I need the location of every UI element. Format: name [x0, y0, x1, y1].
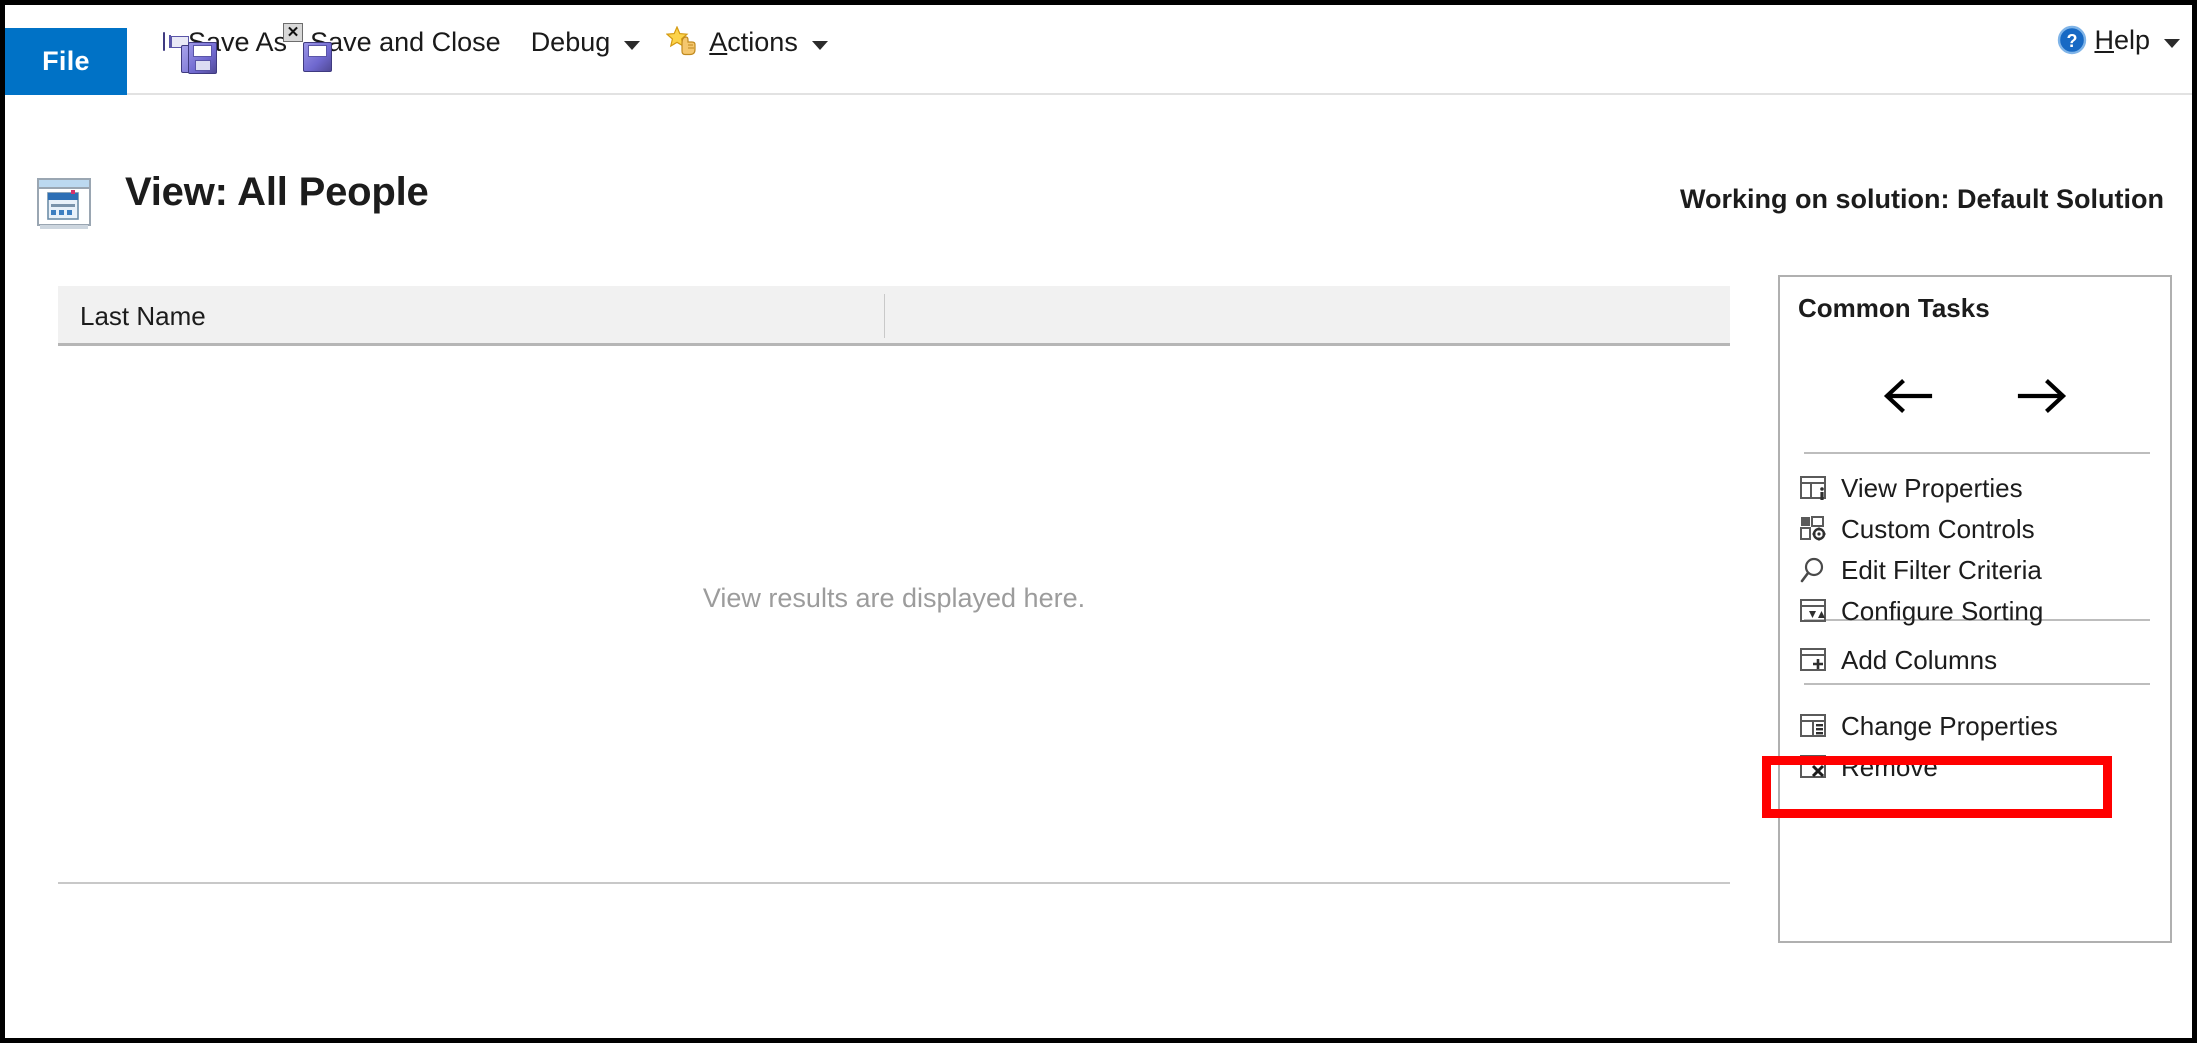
help-icon: ? [2057, 25, 2087, 55]
common-tasks-panel: Common Tasks View Properties Custom Cont… [1778, 275, 2172, 943]
add-columns-icon [1798, 645, 1830, 675]
view-properties-icon [1798, 473, 1830, 503]
magnifier-icon [1798, 555, 1830, 585]
actions-menu-button[interactable]: Actions [658, 15, 836, 69]
solution-status: Working on solution: Default Solution [1680, 184, 2164, 214]
chevron-down-icon [811, 40, 828, 50]
task-item-edit-filter-criteria[interactable]: Edit Filter Criteria [1798, 549, 2156, 591]
grid-bottom-divider [58, 882, 1730, 884]
file-tab-label: File [42, 46, 90, 76]
task-label: Change Properties [1841, 710, 2058, 741]
debug-menu-button[interactable]: Debug [523, 15, 649, 69]
task-label: Add Columns [1841, 644, 1998, 675]
ribbon-toolbar: File Save As ✕ Save and Close Debug Acti… [5, 5, 2192, 95]
arrow-left-icon [1878, 376, 1934, 421]
task-item-add-columns[interactable]: Add Columns [1798, 639, 2156, 681]
task-label: Edit Filter Criteria [1841, 554, 2042, 585]
page-title: View: All People [125, 170, 429, 214]
common-tasks-title: Common Tasks [1798, 293, 1990, 323]
task-label: Remove [1841, 751, 1938, 782]
task-item-view-properties[interactable]: View Properties [1798, 467, 2156, 509]
common-tasks-nav [1780, 359, 2170, 437]
page-header: View: All People Working on solution: De… [5, 95, 2192, 260]
actions-star-icon [665, 25, 702, 58]
svg-text:?: ? [2067, 31, 2078, 51]
configure-sorting-icon [1798, 596, 1830, 626]
task-label: Configure Sorting [1841, 595, 2044, 626]
grid-empty-message: View results are displayed here. [702, 583, 1086, 613]
task-item-configure-sorting[interactable]: Configure Sorting [1798, 590, 2156, 632]
task-label: Custom Controls [1841, 513, 2035, 544]
change-properties-icon [1798, 711, 1830, 741]
column-resize-handle[interactable] [884, 294, 885, 338]
help-menu-button[interactable]: ? Help [2057, 13, 2180, 67]
move-left-button[interactable] [1876, 374, 1936, 422]
panel-divider-lower [1804, 683, 2150, 685]
save-and-close-label: Save and Close [310, 26, 501, 57]
view-window-icon [35, 173, 97, 235]
save-button[interactable] [155, 15, 173, 69]
move-right-button[interactable] [2014, 374, 2074, 422]
save-as-button[interactable]: Save As [173, 15, 295, 74]
grid-header-row: Last Name [58, 286, 1730, 346]
actions-label: Actions [709, 26, 798, 57]
panel-divider-top [1804, 452, 2150, 454]
task-item-remove[interactable]: Remove [1798, 746, 2156, 788]
custom-controls-icon [1798, 514, 1830, 544]
file-tab[interactable]: File [5, 28, 127, 95]
chevron-down-icon [624, 40, 641, 50]
application-window: File Save As ✕ Save and Close Debug Acti… [0, 0, 2197, 1043]
arrow-right-icon [2016, 376, 2072, 421]
save-icon [163, 32, 165, 51]
help-label: Help [2094, 24, 2150, 55]
remove-column-icon [1798, 752, 1830, 782]
task-item-custom-controls[interactable]: Custom Controls [1798, 508, 2156, 550]
toolbar-button-group: Save As ✕ Save and Close Debug Actions [155, 13, 836, 74]
grid-column-header-last-name[interactable]: Last Name [80, 301, 206, 332]
chevron-down-icon [2164, 38, 2180, 48]
debug-label: Debug [530, 26, 611, 57]
view-grid: Last Name [58, 286, 1730, 351]
task-label: View Properties [1841, 472, 2023, 503]
save-and-close-button[interactable]: ✕ Save and Close [283, 15, 509, 72]
task-item-change-properties[interactable]: Change Properties [1798, 705, 2156, 747]
